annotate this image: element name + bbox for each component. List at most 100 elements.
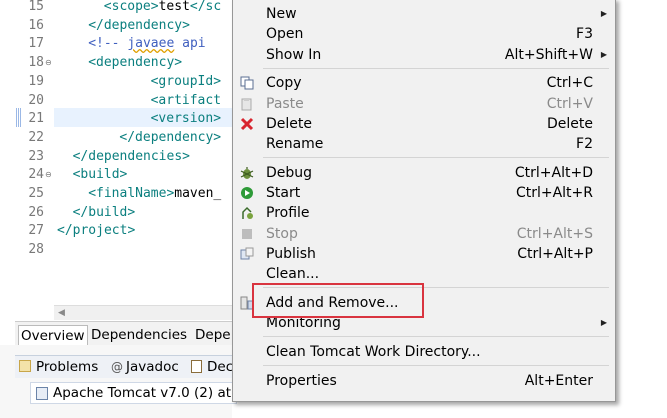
problems-icon: [19, 360, 31, 372]
copy-icon: [240, 76, 254, 90]
menu-item-shortcut: F2: [576, 136, 593, 152]
menu-item-shortcut: Ctrl+C: [546, 75, 593, 92]
xml-tag: <build>: [72, 167, 128, 183]
menu-item-label: Debug: [266, 164, 313, 181]
tab-problems[interactable]: Problems: [36, 357, 98, 377]
xml-tag: <scope>: [103, 0, 159, 14]
code-line: <scope>test</sc: [104, 0, 221, 16]
menu-item-shortcut: F3: [576, 26, 593, 43]
menu-item-properties[interactable]: Properties Alt+Enter: [233, 371, 615, 391]
menu-item-label: Clean...: [266, 266, 320, 282]
menu-item-start[interactable]: Start Ctrl+Alt+R: [233, 183, 615, 203]
tab-dependencies[interactable]: Dependencies: [89, 325, 189, 345]
xml-comment: javaee: [127, 36, 175, 52]
menu-item-debug[interactable]: Debug Ctrl+Alt+D: [233, 163, 615, 183]
tab-overview[interactable]: Overview: [18, 325, 88, 346]
paste-icon: [240, 97, 254, 111]
menu-item-paste[interactable]: Paste Ctrl+V: [233, 94, 615, 114]
horizontal-scrollbar[interactable]: ◀: [54, 305, 232, 320]
submenu-arrow-icon: ▶: [600, 49, 607, 59]
highlight-box: [252, 283, 424, 318]
code-line: <version>: [151, 110, 221, 128]
menu-item-shortcut: Ctrl+Alt+R: [515, 185, 593, 201]
xml-tag: <dependency>: [88, 55, 183, 71]
xml-tag: </dependency>: [88, 17, 190, 33]
xml-tag: </dependency>: [119, 129, 222, 145]
xml-tag: <version>: [150, 111, 222, 127]
menu-item-stop[interactable]: Stop Ctrl+Alt+S: [233, 224, 615, 244]
tab-declaration[interactable]: Dec: [207, 357, 233, 377]
xml-tag: </project>: [57, 223, 136, 239]
debug-icon: [240, 166, 254, 180]
line-number: 16: [28, 17, 44, 33]
profile-icon: [240, 206, 254, 220]
tab-dependency-hierarchy[interactable]: Depe: [193, 325, 233, 345]
menu-item-label: Properties: [266, 372, 337, 389]
xml-text: maven_: [174, 186, 222, 201]
menu-item-shortcut: Ctrl+V: [546, 95, 593, 112]
code-line: </dependency>: [88, 17, 190, 35]
code-line: </project>: [57, 222, 135, 240]
xml-text: test: [158, 0, 190, 14]
line-number: 18: [28, 55, 44, 71]
line-number: 26: [28, 204, 44, 220]
menu-item-shortcut: Ctrl+Alt+S: [516, 225, 593, 242]
menu-item-clean[interactable]: Clean...: [233, 264, 615, 284]
menu-item-label: Delete: [266, 115, 312, 132]
menu-item-label: Copy: [266, 75, 302, 92]
fold-toggle-icon[interactable]: ⊖: [45, 166, 52, 184]
menu-item-label: New: [266, 6, 297, 22]
menu-separator: [263, 157, 609, 159]
code-line: </dependency>: [119, 129, 221, 147]
stop-icon: [240, 227, 254, 241]
start-icon: [240, 186, 254, 200]
menu-item-shortcut: Ctrl+Alt+D: [514, 164, 593, 181]
xml-tag: </sc: [189, 0, 222, 14]
menu-item-clean-tomcat-work-directory[interactable]: Clean Tomcat Work Directory...: [233, 342, 615, 362]
code-line: <!-- javaee api: [88, 35, 205, 53]
view-tab-bar: Problems @ Javadoc Dec: [15, 355, 233, 378]
menu-item-new[interactable]: New ▶: [233, 4, 615, 24]
line-number: 20: [28, 92, 44, 108]
xml-comment: <!--: [88, 36, 128, 52]
xml-tag: <finalName>: [88, 186, 175, 201]
server-list-item[interactable]: Apache Tomcat v7.0 (2) at localhost [Sto…: [30, 382, 441, 404]
xml-tag: <artifact: [150, 92, 222, 108]
line-number: 24: [28, 167, 44, 183]
menu-item-profile[interactable]: Profile: [233, 203, 615, 223]
editor-tab-bar: Overview Dependencies Depe: [15, 321, 232, 346]
line-number: 27: [28, 223, 44, 239]
menu-item-shortcut: Ctrl+Alt+P: [517, 245, 593, 262]
xml-tag: </dependencies>: [72, 148, 190, 164]
scroll-left-icon[interactable]: ◀: [58, 306, 65, 320]
menu-item-label: Clean Tomcat Work Directory...: [266, 343, 481, 360]
submenu-arrow-icon: ▶: [600, 9, 607, 18]
code-line: <dependency>: [88, 54, 182, 72]
menu-item-rename[interactable]: Rename F2: [233, 134, 615, 154]
line-number: 22: [28, 129, 44, 145]
line-number: 23: [28, 148, 44, 164]
xml-tag: </build>: [72, 204, 136, 220]
menu-item-label: Publish: [266, 245, 316, 262]
menu-item-label: Start: [266, 185, 301, 201]
menu-item-label: Rename: [266, 136, 324, 152]
line-number: 28: [28, 242, 44, 258]
menu-item-publish[interactable]: Publish Ctrl+Alt+P: [233, 244, 615, 264]
code-line: <finalName>maven_: [88, 185, 221, 203]
menu-item-open[interactable]: Open F3: [233, 24, 615, 44]
context-menu: New ▶ Open F3 Show In Alt+Shift+W ▶ Copy Ctrl+C P…: [232, 0, 616, 402]
menu-item-delete[interactable]: Delete Delete: [233, 114, 615, 134]
menu-item-shortcut: Alt+Shift+W: [504, 46, 593, 63]
menu-item-label: Profile: [266, 205, 310, 222]
tab-javadoc[interactable]: Javadoc: [126, 357, 179, 377]
menu-separator: [263, 365, 609, 366]
code-line: <groupId>: [151, 73, 221, 91]
menu-item-shortcut: Delete: [547, 115, 593, 132]
menu-item-shortcut: Alt+Enter: [524, 372, 593, 389]
publish-icon: [240, 247, 254, 261]
line-number: 25: [28, 186, 44, 201]
menu-item-label: Show In: [266, 46, 322, 63]
menu-item-show-in[interactable]: Show In Alt+Shift+W ▶: [233, 45, 615, 65]
menu-item-copy[interactable]: Copy Ctrl+C: [233, 73, 615, 93]
fold-toggle-icon[interactable]: ⊖: [45, 54, 52, 72]
